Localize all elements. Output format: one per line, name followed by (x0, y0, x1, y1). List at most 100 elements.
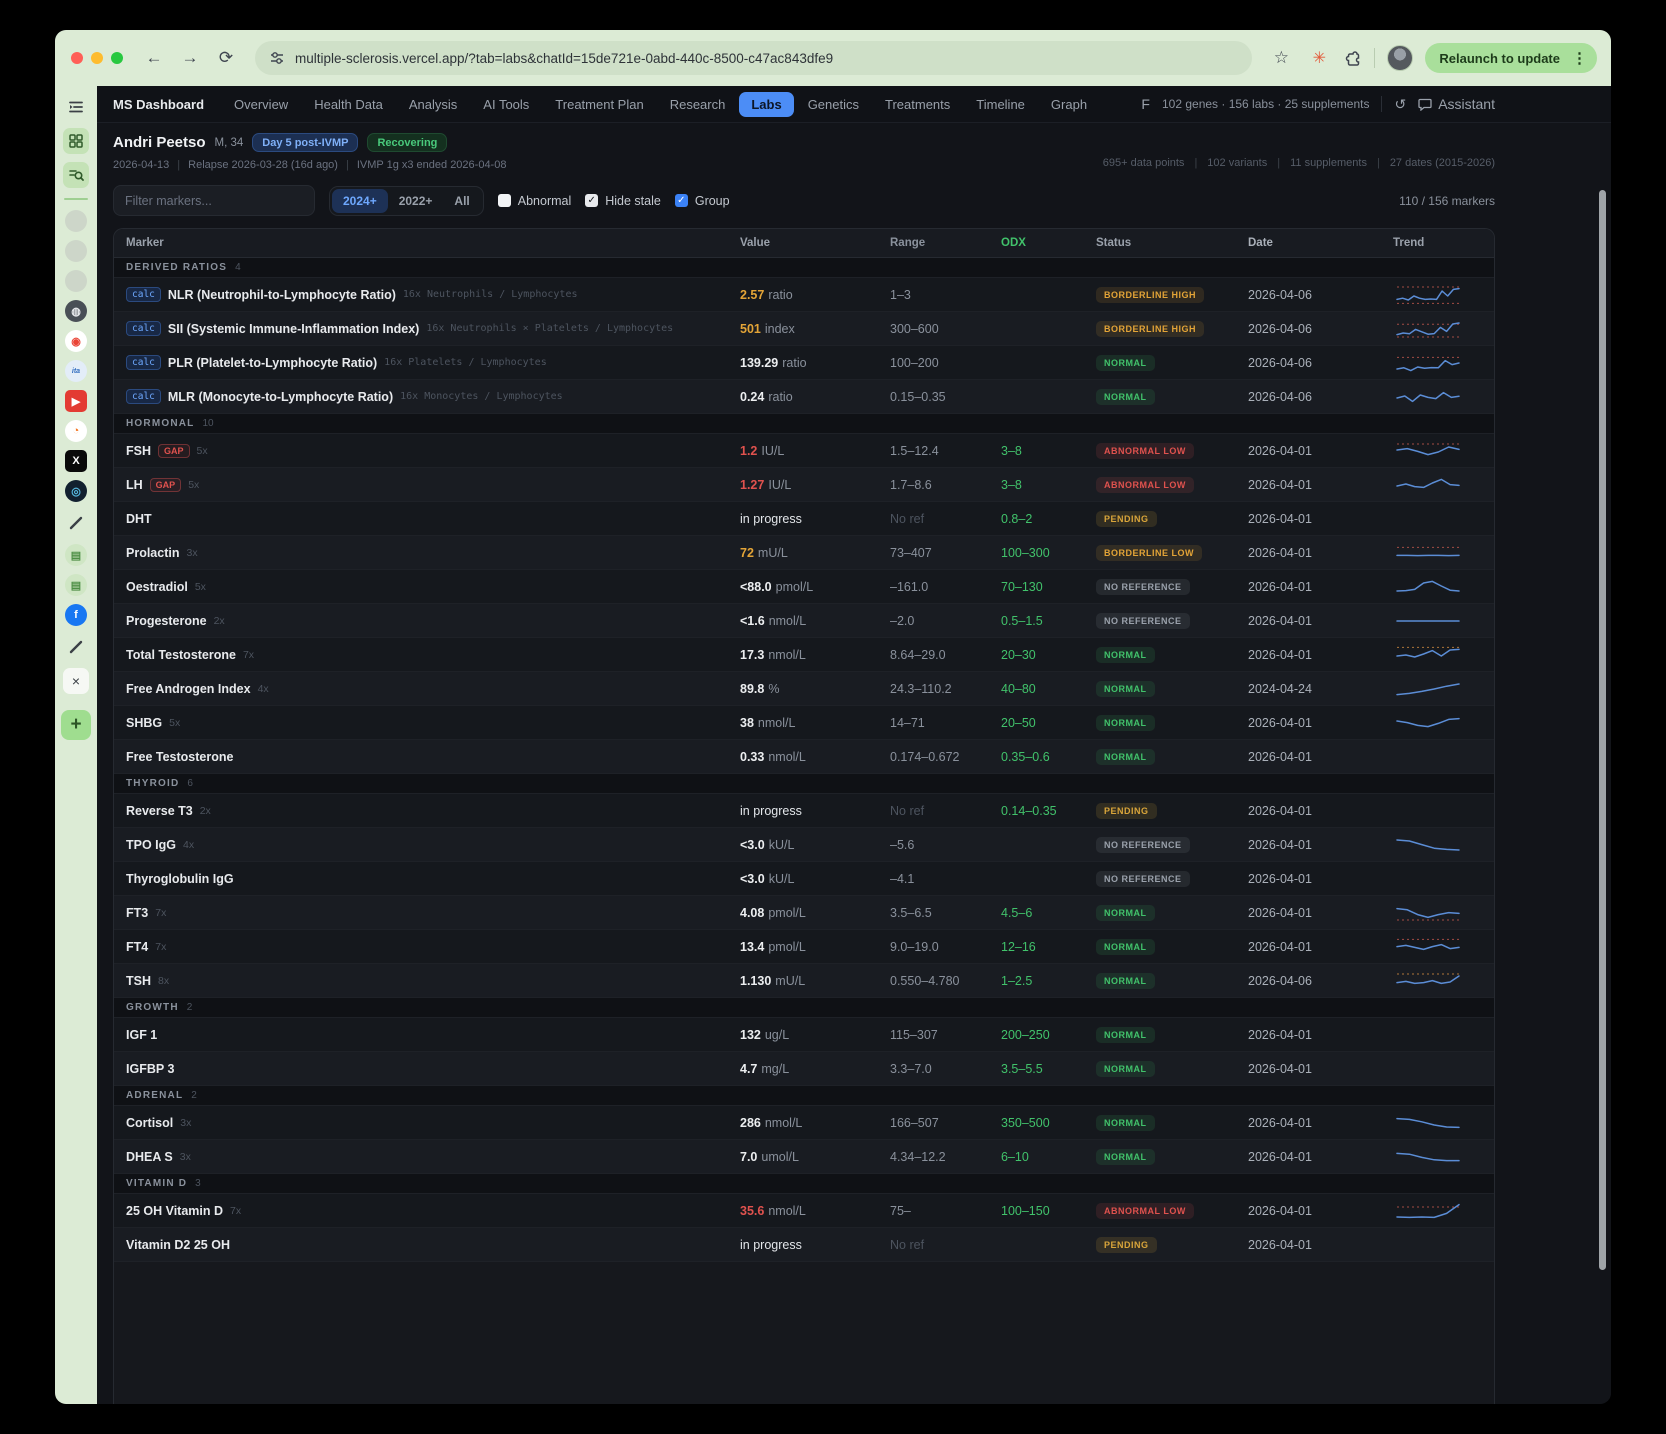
tab-ai-tools[interactable]: AI Tools (471, 92, 541, 117)
table-row[interactable]: calcPLR (Platelet-to-Lymphocyte Ratio)16… (114, 346, 1494, 380)
window-minimize-button[interactable] (91, 52, 103, 64)
segment-2022-plus[interactable]: 2022+ (388, 189, 444, 213)
table-row[interactable]: calcMLR (Monocyte-to-Lymphocyte Ratio)16… (114, 380, 1494, 414)
tab-treatment-plan[interactable]: Treatment Plan (543, 92, 655, 117)
tab-placeholder-2[interactable] (65, 240, 87, 262)
checkbox-box-icon[interactable]: ✓ (675, 194, 688, 207)
value-cell: <3.0kU/L (740, 872, 890, 886)
marker-cell: TSH8x (126, 974, 740, 988)
window-close-button[interactable] (71, 52, 83, 64)
browser-menu-icon[interactable]: ⋮ (1568, 49, 1591, 67)
cash-icon-1[interactable]: ▤ (65, 544, 87, 566)
cash-icon-2[interactable]: ▤ (65, 574, 87, 596)
window-zoom-button[interactable] (111, 52, 123, 64)
steam-icon[interactable]: ◎ (65, 480, 87, 502)
tab-overview[interactable]: Overview (222, 92, 300, 117)
filter-markers-input[interactable] (113, 185, 315, 216)
checkbox-abnormal[interactable]: Abnormal (498, 194, 572, 208)
table-row[interactable]: Prolactin3x72mU/L73–407100–300BORDERLINE… (114, 536, 1494, 570)
profile-avatar[interactable] (1387, 45, 1413, 71)
table-row[interactable]: Oestradiol5x<88.0pmol/L–161.070–130NO RE… (114, 570, 1494, 604)
trend-cell (1393, 1200, 1482, 1222)
tab-research[interactable]: Research (658, 92, 738, 117)
sidebar-toggle-icon[interactable] (63, 94, 89, 120)
relaunch-button[interactable]: Relaunch to update ⋮ (1425, 43, 1597, 73)
table-row[interactable]: Progesterone2x<1.6nmol/L–2.00.5–1.5NO RE… (114, 604, 1494, 638)
checkbox-hide-stale[interactable]: ✓Hide stale (585, 194, 661, 208)
table-row[interactable]: Free Androgen Index4x89.8%24.3–110.240–8… (114, 672, 1494, 706)
table-row[interactable]: Free Testosterone0.33nmol/L0.174–0.6720.… (114, 740, 1494, 774)
segment-all[interactable]: All (443, 189, 480, 213)
odx-cell: 20–50 (1001, 716, 1096, 730)
tab-health-data[interactable]: Health Data (302, 92, 395, 117)
youtube-icon[interactable]: ▶ (65, 390, 87, 412)
tab-treatments[interactable]: Treatments (873, 92, 962, 117)
table-row[interactable]: LHGAP5x1.27IU/L1.7–8.63–8ABNORMAL LOW202… (114, 468, 1494, 502)
back-button[interactable]: ← (141, 45, 167, 71)
marker-cell: FT37x (126, 906, 740, 920)
table-row[interactable]: IGFBP 34.7mg/L3.3–7.03.5–5.5NORMAL2026-0… (114, 1052, 1494, 1086)
segment-2024-plus[interactable]: 2024+ (332, 189, 388, 213)
tab-timeline[interactable]: Timeline (964, 92, 1037, 117)
table-row[interactable]: DHEA S3x7.0umol/L4.34–12.26–10NORMAL2026… (114, 1140, 1494, 1174)
maps-pin-icon[interactable]: ◉ (65, 330, 87, 352)
section-header-thyroid: THYROID6 (114, 774, 1494, 794)
range-cell: –5.6 (890, 838, 1001, 852)
pen-icon-2[interactable] (63, 634, 89, 660)
column-header-date: Date (1248, 237, 1393, 249)
search-tabs-icon[interactable] (63, 162, 89, 188)
tab-genetics[interactable]: Genetics (796, 92, 871, 117)
table-row[interactable]: 25 OH Vitamin D7x35.6nmol/L75–100–150ABN… (114, 1194, 1494, 1228)
table-row[interactable]: TSH8x1.130mU/L0.550–4.7801–2.5NORMAL2026… (114, 964, 1494, 998)
table-row[interactable]: FSHGAP5x1.2IU/L1.5–12.43–8ABNORMAL LOW20… (114, 434, 1494, 468)
x-icon[interactable]: X (65, 450, 87, 472)
value-unit: ratio (782, 356, 806, 370)
scrollbar-thumb[interactable] (1599, 190, 1606, 1270)
tab-placeholder-1[interactable] (65, 210, 87, 232)
table-row[interactable]: Thyroglobulin IgG<3.0kU/L–4.1NO REFERENC… (114, 862, 1494, 896)
value-cell: 286nmol/L (740, 1116, 890, 1130)
site-settings-icon[interactable] (269, 50, 285, 66)
table-row[interactable]: DHTin progressNo ref0.8–2PENDING2026-04-… (114, 502, 1494, 536)
pen-icon-1[interactable] (63, 510, 89, 536)
status-badge: BORDERLINE HIGH (1096, 321, 1204, 337)
table-row[interactable]: TPO IgG4x<3.0kU/L–5.6NO REFERENCE2026-04… (114, 828, 1494, 862)
table-row[interactable]: Vitamin D2 25 OHin progressNo refPENDING… (114, 1228, 1494, 1262)
table-row[interactable]: IGF 1132ug/L115–307200–250NORMAL2026-04-… (114, 1018, 1494, 1052)
table-row[interactable]: Reverse T32xin progressNo ref0.14–0.35PE… (114, 794, 1494, 828)
table-row[interactable]: SHBG5x38nmol/L14–7120–50NORMAL2026-04-01 (114, 706, 1494, 740)
meta-separator: | (1277, 157, 1280, 169)
reload-button[interactable]: ⟳ (213, 45, 239, 71)
table-row[interactable]: FT47x13.4pmol/L9.0–19.012–16NORMAL2026-0… (114, 930, 1494, 964)
globe-icon[interactable]: ◍ (65, 300, 87, 322)
tab-labs[interactable]: Labs (739, 92, 793, 117)
history-icon[interactable]: ↺ (1394, 96, 1406, 113)
close-tab-button[interactable]: × (63, 668, 89, 694)
tab-analysis[interactable]: Analysis (397, 92, 469, 117)
table-row[interactable]: calcNLR (Neutrophil-to-Lymphocyte Ratio)… (114, 278, 1494, 312)
extension-starburst-icon[interactable]: ✳ (1306, 45, 1332, 71)
new-tab-button[interactable]: + (61, 710, 91, 740)
marker-name: Thyroglobulin IgG (126, 872, 234, 886)
checkbox-box-icon[interactable]: ✓ (585, 194, 598, 207)
value-number: 1.2 (740, 444, 757, 458)
tab-graph[interactable]: Graph (1039, 92, 1099, 117)
crunchyroll-icon[interactable]: ◔ (65, 420, 87, 442)
extensions-puzzle-icon[interactable] (1344, 49, 1362, 67)
grid-view-icon[interactable] (63, 128, 89, 154)
assistant-button[interactable]: Assistant (1418, 96, 1495, 112)
address-bar[interactable]: multiple-sclerosis.vercel.app/?tab=labs&… (255, 41, 1252, 75)
bookmark-star-icon[interactable]: ☆ (1268, 45, 1294, 71)
checkbox-group[interactable]: ✓Group (675, 194, 730, 208)
forward-button[interactable]: → (177, 45, 203, 71)
range-cell: No ref (890, 1238, 1001, 1252)
tab-placeholder-3[interactable] (65, 270, 87, 292)
facebook-icon[interactable]: f (65, 604, 87, 626)
ita-icon[interactable]: ita (65, 360, 87, 382)
table-row[interactable]: FT37x4.08pmol/L3.5–6.54.5–6NORMAL2026-04… (114, 896, 1494, 930)
value-cell: 0.24ratio (740, 390, 890, 404)
table-row[interactable]: Total Testosterone7x17.3nmol/L8.64–29.02… (114, 638, 1494, 672)
checkbox-box-icon[interactable] (498, 194, 511, 207)
table-row[interactable]: Cortisol3x286nmol/L166–507350–500NORMAL2… (114, 1106, 1494, 1140)
table-row[interactable]: calcSII (Systemic Immune-Inflammation In… (114, 312, 1494, 346)
